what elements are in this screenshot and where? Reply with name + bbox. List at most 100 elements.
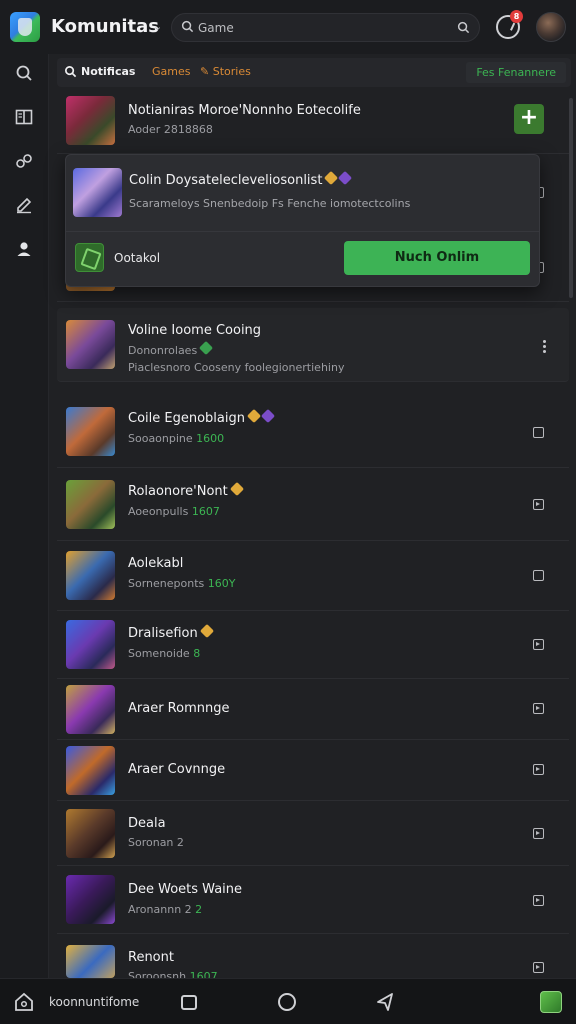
app-logo[interactable] — [10, 12, 40, 42]
subnav-cta-button[interactable]: Fes Fenannere — [466, 62, 566, 83]
list-item[interactable]: Renont Soroonsnh 1607 — [57, 934, 569, 983]
popup-title: Colin Doysatelecleveliosonlist — [129, 170, 353, 188]
notification-badge: 8 — [510, 10, 523, 23]
popup-action-label[interactable]: Ootakol — [114, 251, 160, 265]
sidebar-item-links[interactable] — [9, 146, 39, 176]
add-button[interactable]: + — [514, 104, 544, 134]
list-item-title: Deala — [128, 816, 166, 831]
play-icon[interactable] — [533, 895, 544, 906]
purple-gem-icon — [338, 170, 353, 186]
game-thumbnail — [66, 809, 115, 858]
list-item-title: Araer Covnnge — [128, 762, 226, 777]
list-item-title: Coile Egenoblaign — [128, 408, 276, 426]
home-icon[interactable] — [14, 992, 34, 1012]
list-item-title: Voline Ioome Cooing — [128, 323, 262, 338]
chevron-down-icon[interactable]: ⌄ — [153, 20, 162, 33]
book-icon — [15, 109, 33, 125]
top-header: Komunitas ⌄ 8 — [0, 0, 576, 54]
sidebar — [0, 54, 49, 978]
list-item-title: Renont — [128, 950, 174, 965]
back-icon[interactable] — [375, 992, 395, 1012]
tab-stories[interactable]: ✎ Stories — [200, 65, 251, 78]
avatar[interactable] — [536, 12, 566, 42]
game-thumbnail — [66, 480, 115, 529]
list-item-subtitle: Dononrolaes — [128, 340, 214, 357]
more-options-icon[interactable] — [543, 340, 547, 354]
bottom-navigation: koonnuntifome — [0, 978, 576, 1024]
scrollbar[interactable] — [569, 98, 573, 298]
play-icon[interactable] — [533, 639, 544, 650]
list-item-subtitle: Aoeonpulls 1607 — [128, 505, 220, 518]
controller-icon[interactable] — [75, 243, 104, 272]
gold-gem-icon — [324, 170, 339, 186]
sidebar-item-edit[interactable] — [9, 190, 39, 220]
list-item[interactable]: Voline Ioome Cooing Dononrolaes Piaclesn… — [57, 308, 569, 382]
game-popup: Colin Doysatelecleveliosonlist Scaramelo… — [65, 154, 540, 287]
link-icon — [16, 154, 32, 168]
list-item[interactable]: Aolekabl Sorneneponts 160Y — [57, 541, 569, 611]
gold-gem-icon — [199, 623, 214, 639]
play-online-button[interactable]: Nuch Onlim — [344, 241, 530, 275]
list-item-title: Araer Romnnge — [128, 701, 230, 716]
play-icon[interactable] — [533, 499, 544, 510]
square-icon[interactable] — [533, 427, 544, 438]
bottom-label[interactable]: koonnuntifome — [49, 995, 139, 1009]
list-item-title: Dralisefion — [128, 623, 214, 641]
list-item-subtitle: Aoder 2818868 — [128, 123, 213, 136]
play-icon[interactable] — [533, 703, 544, 714]
app-title[interactable]: Komunitas — [51, 16, 159, 37]
edit-icon — [17, 197, 32, 214]
game-thumbnail — [66, 96, 115, 145]
home-button[interactable] — [278, 993, 296, 1011]
game-thumbnail — [73, 168, 122, 217]
purple-gem-icon — [260, 408, 276, 424]
user-icon — [17, 242, 31, 256]
list-item-description: Piaclesnoro Cooseny foolegionertiehiny — [128, 361, 345, 374]
search-icon — [65, 66, 77, 78]
gold-gem-icon — [229, 481, 244, 497]
gem-icon — [199, 340, 214, 356]
play-icon[interactable] — [533, 764, 544, 775]
gold-gem-icon — [246, 408, 262, 424]
play-icon[interactable] — [533, 828, 544, 839]
play-icon[interactable] — [533, 962, 544, 973]
game-thumbnail — [66, 407, 115, 456]
recent-apps-button[interactable] — [181, 995, 197, 1010]
list-item[interactable]: Coile Egenoblaign Sooaonpine 1600 — [57, 396, 569, 468]
game-thumbnail — [66, 746, 115, 795]
list-item[interactable]: Dee Woets Waine Aronannn 2 2 — [57, 866, 569, 934]
list-item[interactable]: Araer Romnnge — [57, 679, 569, 740]
sidebar-item-library[interactable] — [9, 102, 39, 132]
popup-subtitle: Scarameloys Snenbedoip Fs Fenche iomotec… — [129, 197, 411, 210]
search-icon — [16, 65, 32, 81]
search-icon — [181, 20, 194, 33]
list-item-subtitle: Soronan 2 — [128, 836, 184, 849]
search-bar[interactable] — [171, 13, 480, 42]
game-thumbnail — [66, 551, 115, 600]
list-item-subtitle: Aronannn 2 2 — [128, 903, 203, 916]
pencil-icon: ✎ — [200, 65, 213, 78]
square-icon[interactable] — [533, 570, 544, 581]
sidebar-item-profile[interactable] — [9, 234, 39, 264]
game-thumbnail — [66, 620, 115, 669]
tab-notices[interactable]: Notificas — [81, 65, 135, 78]
list-item[interactable]: Notianiras Moroe'Nonnho Eotecolife Aoder… — [57, 88, 569, 154]
sidebar-item-search[interactable] — [9, 58, 39, 88]
list-item[interactable]: Dralisefion Somenoide 8 — [57, 611, 569, 679]
game-thumbnail — [66, 875, 115, 924]
game-thumbnail — [66, 685, 115, 734]
app-shortcut-icon[interactable] — [540, 991, 562, 1013]
subnav: Notificas Games ✎ Stories Fes Fenannere — [57, 58, 571, 87]
list-item[interactable]: Rolaonore'Nont Aoeonpulls 1607 — [57, 468, 569, 541]
divider — [66, 231, 539, 232]
game-thumbnail — [66, 945, 115, 978]
list-item[interactable]: Araer Covnnge — [57, 740, 569, 801]
search-input[interactable] — [198, 19, 418, 37]
game-thumbnail — [66, 320, 115, 369]
list-item[interactable]: Deala Soronan 2 — [57, 801, 569, 866]
search-submit-icon[interactable] — [457, 21, 470, 34]
list-item-subtitle: Sooaonpine 1600 — [128, 432, 225, 445]
tab-games[interactable]: Games — [152, 65, 190, 78]
list-item-subtitle: Sorneneponts 160Y — [128, 577, 236, 590]
list-item-title: Rolaonore'Nont — [128, 481, 244, 499]
